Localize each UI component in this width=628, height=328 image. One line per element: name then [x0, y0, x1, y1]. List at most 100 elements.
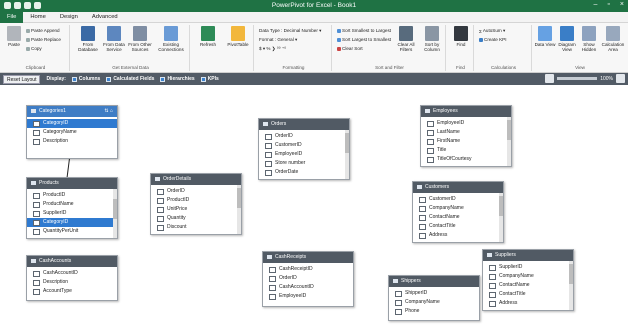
- column-row[interactable]: ContactName: [419, 213, 503, 222]
- column-row[interactable]: Description: [33, 278, 117, 287]
- data-type-dropdown[interactable]: Data Type : Decimal Number ▾: [259, 28, 321, 34]
- close-icon[interactable]: ×: [620, 1, 624, 8]
- column-row[interactable]: AccountType: [33, 287, 117, 296]
- column-row[interactable]: OrderDate: [265, 168, 349, 177]
- column-row[interactable]: SupplierID: [33, 209, 117, 218]
- scrollbar-thumb[interactable]: [569, 264, 573, 284]
- table-header[interactable]: Customers: [413, 182, 503, 193]
- table-header[interactable]: Suppliers: [483, 250, 573, 261]
- zoom-in-icon[interactable]: [616, 74, 625, 83]
- diagram-view-button[interactable]: Diagram View: [556, 26, 578, 52]
- table-cashaccounts[interactable]: CashAccounts CashAccountID Description A…: [26, 255, 118, 301]
- column-row[interactable]: OrderID: [269, 274, 353, 283]
- clear-sort-button[interactable]: Clear Sort: [337, 46, 363, 51]
- column-row[interactable]: SupplierID: [489, 263, 573, 272]
- column-row[interactable]: Address: [419, 231, 503, 240]
- column-row[interactable]: EmployeeID: [265, 150, 349, 159]
- create-kpi-button[interactable]: Create KPI: [479, 37, 506, 42]
- scrollbar-thumb[interactable]: [345, 133, 349, 153]
- show-hidden-button[interactable]: Show Hidden: [578, 26, 600, 52]
- column-row[interactable]: ProductName: [33, 200, 117, 209]
- table-cashreceipts[interactable]: CashReceipts CashReceiptID OrderID CashA…: [262, 251, 354, 307]
- from-database-button[interactable]: From Database: [76, 26, 100, 52]
- table-header[interactable]: CashReceipts: [263, 252, 353, 263]
- refresh-button[interactable]: Refresh: [196, 26, 220, 47]
- clear-filters-button[interactable]: Clear All Filters: [394, 26, 418, 52]
- column-row[interactable]: OrderID: [157, 187, 241, 196]
- maximize-icon[interactable]: ▫: [607, 1, 609, 8]
- column-row[interactable]: Discount: [157, 223, 241, 232]
- column-row[interactable]: LastName: [427, 128, 511, 137]
- table-suppliers[interactable]: Suppliers SupplierID CompanyName Contact…: [482, 249, 574, 311]
- zoom-slider[interactable]: [557, 77, 598, 80]
- column-row[interactable]: ShipperID: [395, 289, 479, 298]
- column-row[interactable]: UnitPrice: [157, 205, 241, 214]
- table-header[interactable]: CashAccounts: [27, 256, 117, 267]
- data-view-button[interactable]: Data View: [534, 26, 556, 47]
- scrollbar[interactable]: [499, 193, 503, 242]
- sort-by-column-button[interactable]: Sort by Column: [419, 26, 445, 52]
- column-row[interactable]: OrderID: [265, 132, 349, 141]
- column-row[interactable]: ContactName: [489, 281, 573, 290]
- display-hierarchies-checkbox[interactable]: Hierarchies: [160, 76, 195, 82]
- scrollbar[interactable]: [345, 130, 349, 179]
- column-row[interactable]: CashReceiptID: [269, 265, 353, 274]
- sort-ascending-button[interactable]: Sort Smallest to Largest: [337, 28, 391, 33]
- find-button[interactable]: Find: [449, 26, 473, 47]
- column-row[interactable]: Store number: [265, 159, 349, 168]
- scrollbar-thumb[interactable]: [499, 196, 503, 216]
- copy-button[interactable]: Copy: [26, 46, 42, 51]
- column-row[interactable]: ContactTitle: [489, 290, 573, 299]
- scrollbar[interactable]: [569, 261, 573, 310]
- tab-advanced[interactable]: Advanced: [85, 12, 125, 23]
- tab-home[interactable]: Home: [23, 12, 52, 23]
- tab-file[interactable]: File: [0, 11, 24, 23]
- column-row[interactable]: TitleOfCourtesy: [427, 155, 511, 164]
- paste-button[interactable]: Paste: [2, 26, 26, 47]
- table-header[interactable]: Categories1 ⇅ ⌂: [27, 106, 117, 117]
- minimize-icon[interactable]: –: [594, 1, 598, 8]
- table-header[interactable]: Orders: [259, 119, 349, 130]
- tab-design[interactable]: Design: [53, 12, 85, 23]
- table-employees[interactable]: Employees EmployeeID LastName FirstName …: [420, 105, 512, 167]
- table-shippers[interactable]: Shippers ShipperID CompanyName Phone: [388, 275, 480, 321]
- scrollbar-thumb[interactable]: [237, 188, 241, 208]
- display-columns-checkbox[interactable]: Columns: [71, 76, 100, 82]
- column-row[interactable]: Phone: [395, 307, 479, 316]
- column-row[interactable]: Quantity: [157, 214, 241, 223]
- diagram-canvas[interactable]: Categories1 ⇅ ⌂ CategoryID CategoryName D…: [0, 85, 628, 328]
- number-format-buttons[interactable]: $ ▾ % ❯ ⁰⁰ ⁺⁰: [259, 46, 286, 52]
- scrollbar-thumb[interactable]: [507, 120, 511, 140]
- from-data-service-button[interactable]: From Data Service: [102, 26, 126, 52]
- column-row[interactable]: EmployeeID: [427, 119, 511, 128]
- table-products[interactable]: Products ProductID ProductName SupplierI…: [26, 177, 118, 239]
- table-orders[interactable]: Orders OrderID CustomerID EmployeeID Sto…: [258, 118, 350, 180]
- scrollbar-thumb[interactable]: [113, 199, 117, 219]
- fit-to-screen-icon[interactable]: [545, 74, 555, 83]
- header-icons[interactable]: ⇅ ⌂: [104, 106, 113, 117]
- column-row[interactable]: EmployeeID: [269, 292, 353, 301]
- display-kpis-checkbox[interactable]: KPIs: [200, 76, 219, 82]
- table-header[interactable]: Products: [27, 178, 117, 189]
- column-row[interactable]: Address: [489, 299, 573, 308]
- column-row[interactable]: CustomerID: [265, 141, 349, 150]
- format-dropdown[interactable]: Format : General ▾: [259, 37, 297, 43]
- table-header[interactable]: Employees: [421, 106, 511, 117]
- existing-connections-button[interactable]: Existing Connections: [156, 26, 186, 52]
- scrollbar[interactable]: [507, 117, 511, 166]
- display-calculated-fields-checkbox[interactable]: Calculated Fields: [106, 76, 154, 82]
- column-row[interactable]: ProductID: [33, 191, 117, 200]
- column-row[interactable]: CompanyName: [395, 298, 479, 307]
- paste-replace-button[interactable]: Paste Replace: [26, 37, 61, 42]
- table-header[interactable]: OrderDetails: [151, 174, 241, 185]
- table-header[interactable]: Shippers: [389, 276, 479, 287]
- paste-append-button[interactable]: Paste Append: [26, 28, 60, 33]
- column-row[interactable]: ContactTitle: [419, 222, 503, 231]
- table-customers[interactable]: Customers CustomerID CompanyName Contact…: [412, 181, 504, 243]
- column-row[interactable]: CashAccountID: [33, 269, 117, 278]
- column-row[interactable]: FirstName: [427, 137, 511, 146]
- table-categories1[interactable]: Categories1 ⇅ ⌂ CategoryID CategoryName D…: [26, 105, 118, 159]
- scrollbar[interactable]: [113, 189, 117, 238]
- column-row[interactable]: QuantityPerUnit: [33, 227, 117, 236]
- scrollbar[interactable]: [237, 185, 241, 234]
